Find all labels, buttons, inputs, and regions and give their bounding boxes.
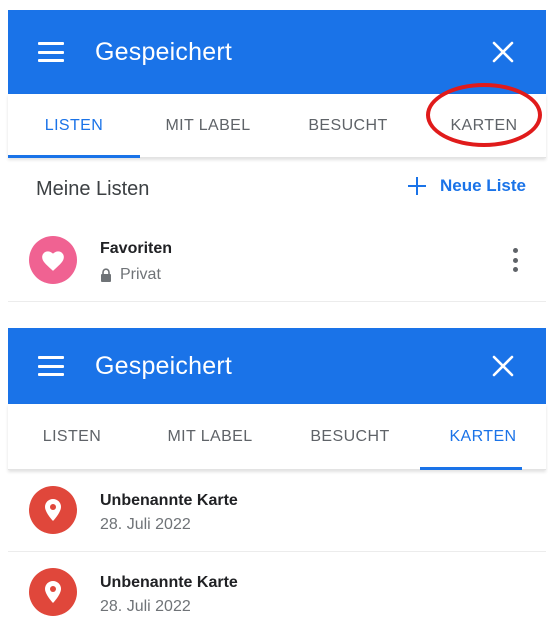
close-icon[interactable]	[492, 41, 514, 63]
new-list-label: Neue Liste	[440, 176, 526, 195]
heart-icon	[29, 236, 77, 284]
list-item[interactable]: Favoriten Privat	[8, 220, 546, 302]
saved-screen-lists: Gespeichert LISTEN MIT LABEL BESUCHT KAR…	[8, 10, 546, 306]
privacy-label: Privat	[120, 266, 161, 283]
list-item-title: Favoriten	[100, 240, 173, 257]
tab-besucht[interactable]: BESUCHT	[280, 404, 420, 469]
tab-karten[interactable]: KARTEN	[426, 94, 542, 157]
tab-karten[interactable]: KARTEN	[420, 404, 546, 469]
tab-mit-label[interactable]: MIT LABEL	[148, 404, 272, 469]
new-list-button[interactable]: Neue Liste	[408, 176, 526, 196]
app-bar: Gespeichert	[8, 328, 546, 404]
saved-screen-maps: Gespeichert LISTEN MIT LABEL BESUCHT KAR…	[8, 328, 546, 630]
map-pin-icon	[29, 568, 77, 616]
tab-listen[interactable]: LISTEN	[8, 94, 140, 157]
lock-icon	[101, 268, 111, 282]
list-item[interactable]: Unbenannte Karte 28. Juli 2022	[8, 552, 546, 630]
map-item-date: 28. Juli 2022	[100, 598, 191, 615]
map-pin-icon	[29, 486, 77, 534]
tab-listen[interactable]: LISTEN	[8, 404, 136, 469]
map-item-date: 28. Juli 2022	[100, 516, 191, 533]
page-title: Gespeichert	[95, 351, 232, 380]
map-item-title: Unbenannte Karte	[100, 492, 238, 509]
app-bar: Gespeichert	[8, 10, 546, 94]
list-item[interactable]: Unbenannte Karte 28. Juli 2022	[8, 470, 546, 552]
section-header: Meine Listen Neue Liste	[8, 158, 546, 220]
map-item-title: Unbenannte Karte	[100, 574, 238, 591]
menu-icon[interactable]	[38, 42, 64, 62]
list-item-subtitle: Privat	[100, 266, 161, 284]
tab-bar: LISTEN MIT LABEL BESUCHT KARTEN	[8, 404, 546, 470]
menu-icon[interactable]	[38, 356, 64, 376]
section-title: Meine Listen	[36, 178, 150, 200]
more-vert-icon[interactable]	[512, 248, 518, 272]
close-icon[interactable]	[492, 355, 514, 377]
tab-besucht[interactable]: BESUCHT	[278, 94, 418, 157]
plus-icon	[408, 177, 427, 195]
tab-mit-label[interactable]: MIT LABEL	[148, 94, 268, 157]
page-title: Gespeichert	[95, 37, 232, 66]
tab-bar: LISTEN MIT LABEL BESUCHT KARTEN	[8, 83, 546, 158]
